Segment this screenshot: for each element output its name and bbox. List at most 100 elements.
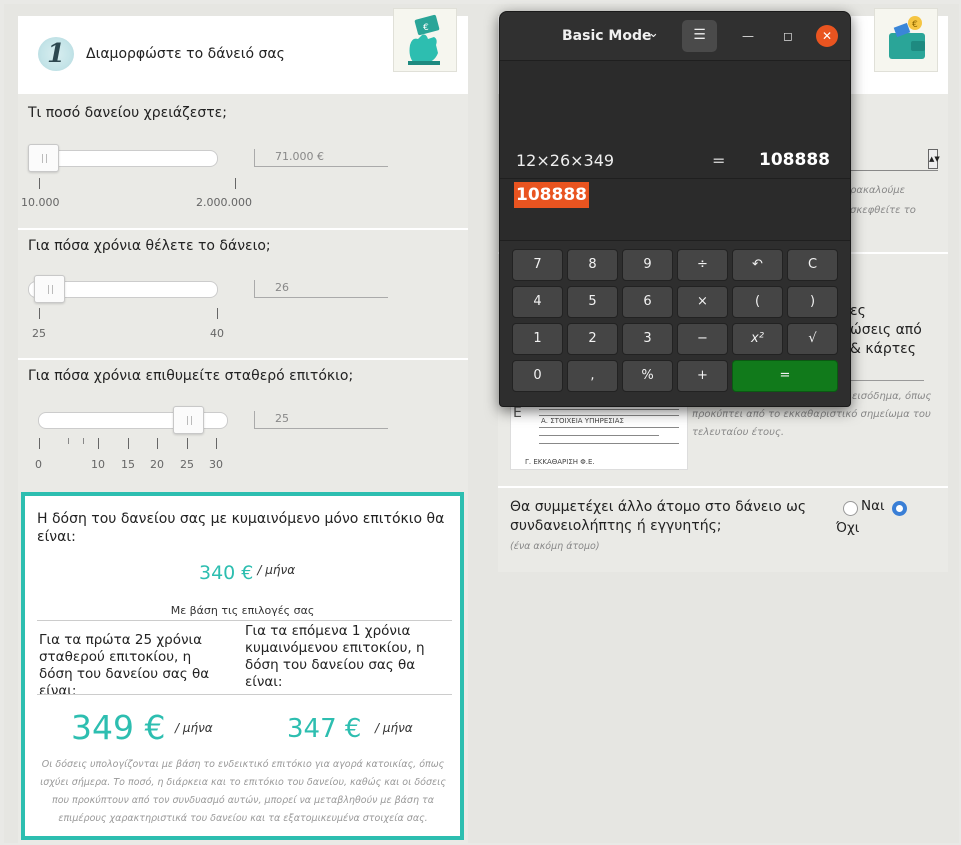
key-equals[interactable]: = bbox=[732, 360, 838, 392]
radio-no-label: Όχι bbox=[836, 520, 860, 536]
calculator-titlebar[interactable]: Basic Mode ⌄ ☰ — ◻ ✕ bbox=[500, 12, 850, 60]
key-multiply[interactable]: × bbox=[677, 286, 728, 318]
per-month-unit: / μήνα bbox=[375, 721, 413, 735]
history-expression[interactable]: 12×26×349 bbox=[516, 151, 614, 170]
slider-tick bbox=[157, 438, 158, 449]
slider-tick bbox=[83, 438, 84, 444]
duration-question: Για πόσα χρόνια θέλετε το δάνειο; bbox=[28, 238, 271, 254]
key-8[interactable]: 8 bbox=[567, 249, 618, 281]
fixed-rate-slider-handle[interactable] bbox=[173, 406, 204, 434]
fixed-rate-question: Για πόσα χρόνια επιθυμείτε σταθερό επιτό… bbox=[28, 368, 354, 384]
per-month-unit: / μήνα bbox=[257, 563, 296, 577]
installment-result-box: Η δόση του δανείου σας με κυμαινόμενο μό… bbox=[21, 492, 464, 840]
history-equals: = bbox=[712, 151, 726, 170]
radio-yes[interactable] bbox=[843, 501, 858, 516]
divider bbox=[37, 694, 452, 695]
variable-period-amount: 347 € bbox=[287, 714, 362, 744]
duration-slider-handle[interactable] bbox=[34, 275, 65, 303]
slider-tick bbox=[217, 308, 218, 319]
key-5[interactable]: 5 bbox=[567, 286, 618, 318]
hint-text: εισόδημα, όπως bbox=[852, 391, 932, 402]
key-sqrt[interactable]: √ bbox=[787, 323, 838, 355]
close-button[interactable]: ✕ bbox=[816, 25, 838, 47]
fixed-rate-value-field[interactable]: 25 bbox=[254, 411, 388, 429]
key-clear[interactable]: C bbox=[787, 249, 838, 281]
chevron-down-icon[interactable]: ⌄ bbox=[648, 26, 659, 41]
variable-period-text: Για τα επόμενα 1 χρόνια κυμαινόμενου επι… bbox=[245, 623, 425, 690]
amount-slider-handle[interactable] bbox=[28, 144, 59, 172]
maximize-button[interactable]: ◻ bbox=[776, 24, 800, 48]
variable-rate-amount: 340 € / μήνα bbox=[199, 562, 295, 584]
step-title: Διαμορφώστε το δάνειό σας bbox=[86, 46, 285, 62]
slider-tick bbox=[187, 438, 188, 449]
key-1[interactable]: 1 bbox=[512, 323, 563, 355]
hint-text: ρακαλούμε bbox=[850, 185, 906, 196]
key-decimal[interactable]: , bbox=[567, 360, 618, 392]
key-square[interactable]: x² bbox=[732, 323, 783, 355]
key-divide[interactable]: ÷ bbox=[677, 249, 728, 281]
slider-tick bbox=[98, 438, 99, 449]
amount-max-label: 2.000.000 bbox=[196, 196, 252, 209]
slider-tick bbox=[39, 438, 40, 449]
hint-text: τελευταίου έτους. bbox=[692, 427, 784, 438]
guarantor-hint: (ένα ακόμη άτομο) bbox=[510, 541, 600, 552]
key-7[interactable]: 7 bbox=[512, 249, 563, 281]
key-2[interactable]: 2 bbox=[567, 323, 618, 355]
entry-field[interactable]: 108888 bbox=[514, 182, 589, 208]
slider-tick bbox=[216, 438, 217, 449]
history-result[interactable]: 108888 bbox=[759, 150, 830, 170]
duration-section: Για πόσα χρόνια θέλετε το δάνειο; 26 25 … bbox=[18, 230, 468, 358]
hint-text: προκύπτει από το εκκαθαριστικό σημείωμα … bbox=[692, 409, 931, 420]
fixed-period-text: Για τα πρώτα 25 χρόνια σταθερού επιτοκίο… bbox=[39, 632, 210, 699]
menu-button[interactable]: ☰ bbox=[682, 20, 717, 52]
fixed-rate-section: Για πόσα χρόνια επιθυμείτε σταθερό επιτό… bbox=[18, 360, 468, 490]
key-9[interactable]: 9 bbox=[622, 249, 673, 281]
tax-form-image: Α. ΣΤΟΙΧΕΙΑ ΥΠΗΡΕΣΙΑΣ Γ. ΕΚΚΑΘΑΡΙΣΗ Φ.Ε.… bbox=[510, 404, 688, 470]
slider-tick bbox=[39, 178, 40, 189]
divider bbox=[500, 178, 850, 179]
obligations-input[interactable] bbox=[848, 380, 924, 381]
duration-value-field[interactable]: 26 bbox=[254, 280, 388, 298]
slider-tick bbox=[235, 178, 236, 189]
income-select[interactable] bbox=[840, 147, 938, 171]
minimize-button[interactable]: — bbox=[736, 24, 760, 48]
amount-question: Τι ποσό δανείου χρειάζεστε; bbox=[28, 105, 227, 121]
key-percent[interactable]: % bbox=[622, 360, 673, 392]
slider-tick bbox=[128, 438, 129, 449]
radio-no[interactable] bbox=[892, 501, 907, 516]
svg-text:€: € bbox=[912, 20, 918, 30]
doc-label: Α. ΣΤΟΙΧΕΙΑ ΥΠΗΡΕΣΙΑΣ bbox=[541, 417, 624, 425]
wallet-icon: € bbox=[874, 8, 938, 72]
key-open-paren[interactable]: ( bbox=[732, 286, 783, 318]
mode-selector[interactable]: Basic Mode bbox=[562, 28, 652, 44]
key-add[interactable]: + bbox=[677, 360, 728, 392]
basis-caption: Με βάση τις επιλογές σας bbox=[170, 604, 315, 617]
fixed-rate-tick-label: 20 bbox=[150, 458, 164, 471]
fixed-rate-tick-label: 25 bbox=[180, 458, 194, 471]
fixed-rate-tick-label: 15 bbox=[121, 458, 135, 471]
variable-rate-value: 340 € bbox=[199, 562, 254, 584]
amount-value-field[interactable]: 71.000 € bbox=[254, 149, 388, 167]
divider bbox=[500, 240, 850, 241]
calculator-window[interactable]: Basic Mode ⌄ ☰ — ◻ ✕ 12×26×349 = 108888 … bbox=[499, 11, 851, 407]
key-4[interactable]: 4 bbox=[512, 286, 563, 318]
key-6[interactable]: 6 bbox=[622, 286, 673, 318]
step-number-badge: 1 bbox=[38, 37, 74, 71]
key-0[interactable]: 0 bbox=[512, 360, 563, 392]
hand-money-icon: € bbox=[393, 8, 457, 72]
hint-text: σκεφθείτε το bbox=[850, 205, 916, 216]
doc-label: Γ. ΕΚΚΑΘΑΡΙΣΗ Φ.Ε. bbox=[525, 458, 595, 466]
key-close-paren[interactable]: ) bbox=[787, 286, 838, 318]
key-subtract[interactable]: − bbox=[677, 323, 728, 355]
obligations-text: ες bbox=[850, 303, 866, 319]
slider-tick bbox=[39, 308, 40, 319]
undo-icon[interactable]: ↶ bbox=[732, 249, 783, 281]
fixed-rate-tick-label: 0 bbox=[35, 458, 42, 471]
key-3[interactable]: 3 bbox=[622, 323, 673, 355]
guarantor-question: Θα συμμετέχει άλλο άτομο στο δάνειο ως σ… bbox=[510, 499, 807, 534]
chevron-down-icon[interactable]: ▲▼ bbox=[928, 149, 940, 169]
svg-text:€: € bbox=[423, 23, 429, 33]
divider bbox=[37, 620, 452, 621]
obligations-text: & κάρτες bbox=[850, 341, 916, 357]
fixed-period-amount: 349 € bbox=[71, 708, 166, 747]
